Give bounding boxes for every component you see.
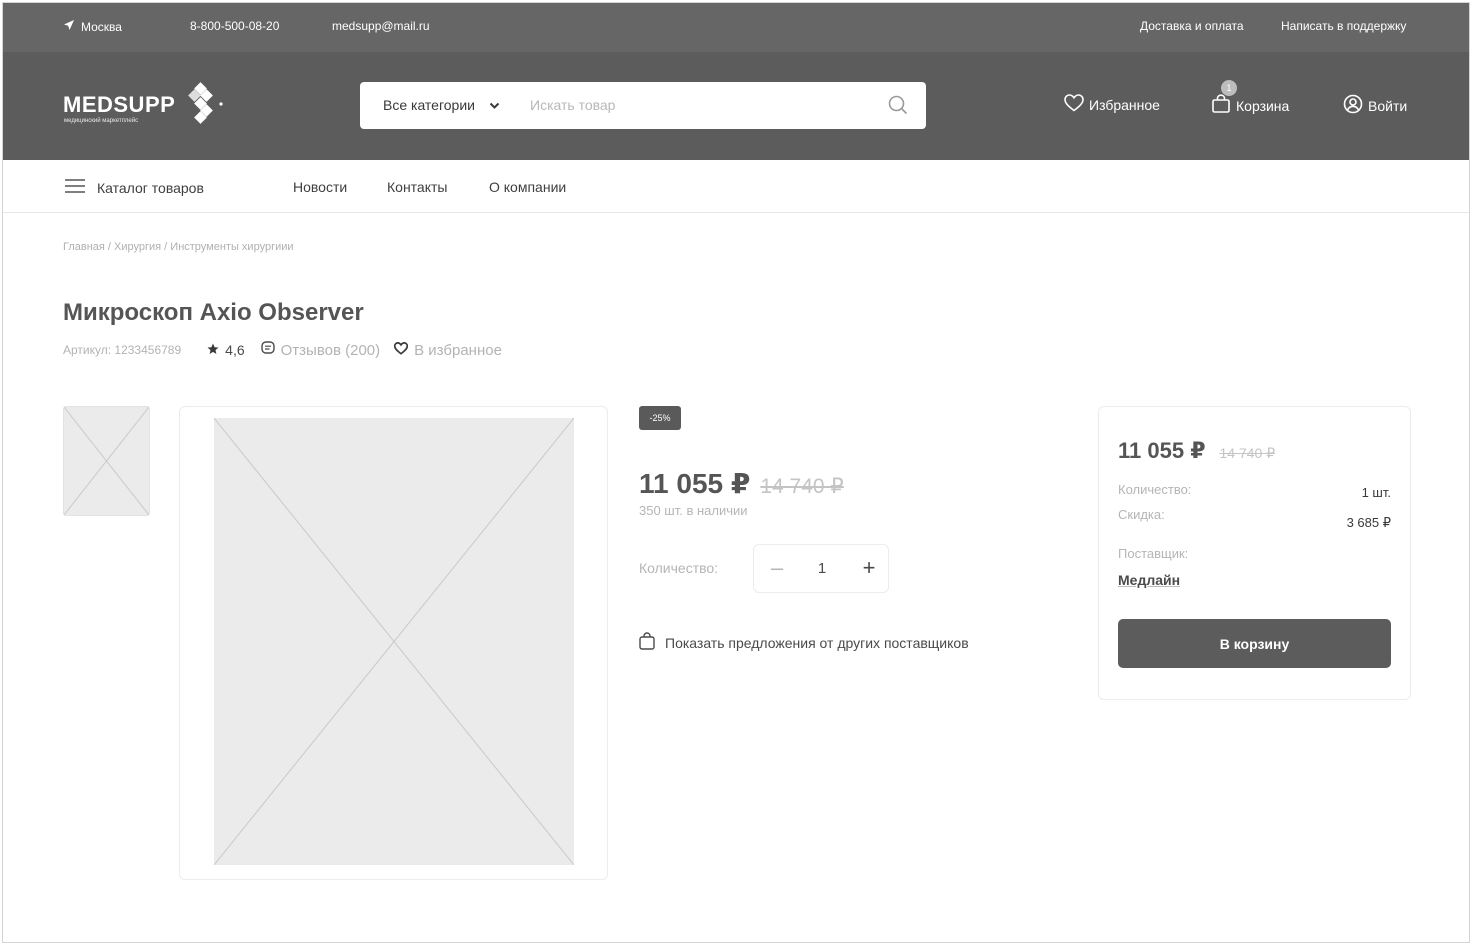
decrement-button[interactable]: – <box>767 557 787 579</box>
search-bar: Все категории <box>360 82 926 129</box>
category-select[interactable]: Все категории <box>383 97 500 113</box>
price-old: 14 740 ₽ <box>760 475 844 498</box>
heart-icon <box>1064 94 1084 115</box>
shopping-bag-icon <box>1211 94 1231 117</box>
login-label: Войти <box>1368 97 1408 114</box>
logo[interactable]: MEDSUPP медицинский маркетплейс <box>63 82 233 132</box>
category-select-label: Все категории <box>383 97 475 113</box>
support-link[interactable]: Написать в поддержку <box>1281 19 1406 33</box>
comment-icon <box>260 341 275 359</box>
quantity-label: Количество: <box>639 560 719 576</box>
search-input[interactable] <box>530 94 870 116</box>
other-offers-link[interactable]: Показать предложения от других поставщик… <box>639 632 969 653</box>
product-thumbnail[interactable] <box>63 406 150 516</box>
hamburger-menu-icon <box>64 178 86 197</box>
image-placeholder-icon <box>214 418 574 865</box>
favorites-label: Избранное <box>1089 96 1160 113</box>
card-quantity-label: Количество: <box>1118 482 1192 497</box>
email-link[interactable]: medsupp@mail.ru <box>332 19 430 33</box>
star-icon <box>207 342 219 358</box>
breadcrumb[interactable]: Главная / Хирургия / Инструменты хирурги… <box>63 241 294 253</box>
increment-button[interactable]: + <box>859 557 879 579</box>
search-icon[interactable] <box>888 95 908 120</box>
favorites-link[interactable]: Избранное <box>1064 94 1160 115</box>
product-rating: 4,6 <box>207 342 245 358</box>
main-nav: Каталог товаров Новости Контакты О компа… <box>3 160 1469 213</box>
delivery-link[interactable]: Доставка и оплата <box>1140 19 1244 33</box>
other-offers-label: Показать предложения от других поставщик… <box>665 634 969 651</box>
heart-icon <box>393 341 409 359</box>
page-frame: Москва 8-800-500-08-20 medsupp@mail.ru Д… <box>2 2 1470 943</box>
login-link[interactable]: Войти <box>1343 94 1407 117</box>
catalog-label: Каталог товаров <box>97 179 204 196</box>
main-header: MEDSUPP медицинский маркетплейс Все кате… <box>3 52 1469 160</box>
quantity-stepper: – 1 + <box>753 544 889 593</box>
stock-status: 350 шт. в наличии <box>639 503 748 518</box>
add-to-favorites-label: В избранное <box>414 341 502 359</box>
card-price-current: 11 055 ₽ <box>1118 438 1206 463</box>
card-price: 11 055 ₽ 14 740 ₽ <box>1118 438 1275 464</box>
logo-wordmark: MEDSUPP <box>63 92 176 117</box>
logo-diamond-icon <box>188 82 223 124</box>
cart-label: Корзина <box>1236 97 1290 114</box>
quantity-value[interactable]: 1 <box>812 560 832 577</box>
reviews-link[interactable]: Отзывов (200) <box>260 341 381 359</box>
card-quantity-value: 1 шт. <box>1361 485 1391 500</box>
cart-link[interactable]: 1 Корзина <box>1211 80 1290 117</box>
cart-count-badge: 1 <box>1221 80 1237 96</box>
product-price: 11 055 ₽ 14 740 ₽ <box>639 467 844 500</box>
location-arrow-icon <box>63 19 75 34</box>
top-bar: Москва 8-800-500-08-20 medsupp@mail.ru Д… <box>3 3 1469 52</box>
nav-link-contacts[interactable]: Контакты <box>387 179 447 195</box>
product-main-image-frame <box>179 406 608 880</box>
image-placeholder-icon <box>64 407 149 515</box>
discount-badge: -25% <box>639 406 681 430</box>
price-current: 11 055 ₽ <box>639 468 751 499</box>
phone-link[interactable]: 8-800-500-08-20 <box>190 19 279 33</box>
city-label: Москва <box>81 19 122 34</box>
card-supplier-label: Поставщик: <box>1118 546 1189 561</box>
card-discount-value: 3 685 ₽ <box>1346 515 1391 530</box>
product-article: Артикул: 1233456789 <box>63 343 182 357</box>
nav-link-about[interactable]: О компании <box>489 179 566 195</box>
logo-tagline: медицинский маркетплейс <box>64 118 139 124</box>
card-discount-label: Скидка: <box>1118 507 1165 522</box>
user-circle-icon <box>1343 94 1363 117</box>
city-selector[interactable]: Москва <box>63 19 122 34</box>
reviews-label: Отзывов (200) <box>280 341 381 359</box>
add-to-favorites-link[interactable]: В избранное <box>393 341 502 359</box>
rating-value: 4,6 <box>225 342 245 358</box>
card-price-old: 14 740 ₽ <box>1219 445 1276 461</box>
add-to-cart-button[interactable]: В корзину <box>1118 619 1391 668</box>
card-supplier-link[interactable]: Медлайн <box>1118 572 1180 588</box>
purchase-card: 11 055 ₽ 14 740 ₽ Количество: 1 шт. Скид… <box>1098 406 1411 700</box>
chevron-down-icon <box>489 97 500 113</box>
shopping-bag-icon <box>639 632 655 653</box>
product-meta: Артикул: 1233456789 4,6 Отзывов (200) В … <box>63 341 502 359</box>
product-main-image[interactable] <box>214 418 574 865</box>
nav-link-news[interactable]: Новости <box>293 179 347 195</box>
page-title: Микроскоп Axio Observer <box>63 299 364 326</box>
catalog-menu-button[interactable]: Каталог товаров <box>64 178 204 197</box>
